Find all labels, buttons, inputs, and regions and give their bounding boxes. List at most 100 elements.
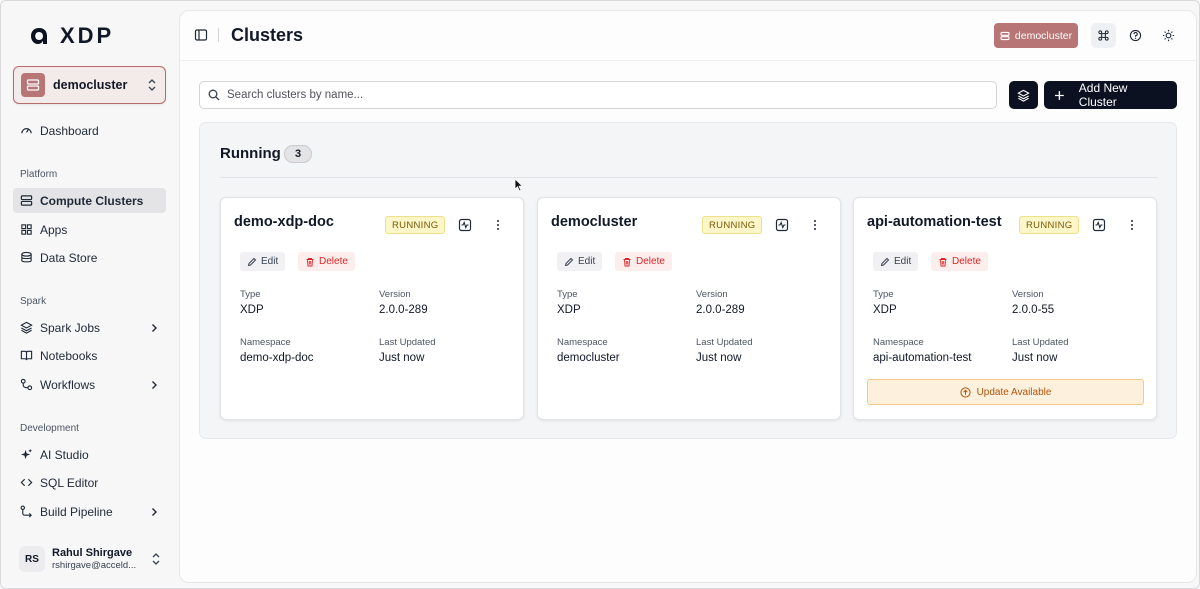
activity-monitor-icon[interactable] — [775, 218, 789, 232]
sidebar-item-notebooks[interactable]: Notebooks — [13, 343, 166, 368]
app-logo[interactable]: XDP — [28, 23, 114, 49]
cluster-card[interactable]: demo-xdp-doc RUNNING Edit Delete Type XD… — [220, 197, 524, 420]
sidebar-toggle-icon[interactable] — [194, 28, 208, 42]
delete-label: Delete — [952, 256, 981, 267]
pipeline-icon — [20, 505, 32, 518]
mouse-cursor-icon — [514, 178, 524, 192]
search-icon — [208, 89, 220, 101]
sidebar-item-spark-jobs[interactable]: Spark Jobs — [13, 315, 166, 340]
sidebar-item-label: Notebooks — [40, 348, 98, 363]
cluster-name: demo-xdp-doc — [234, 214, 334, 230]
sidebar-item-label: Spark Jobs — [40, 320, 101, 335]
sidebar-item-ai-studio[interactable]: AI Studio — [13, 442, 166, 467]
status-badge: RUNNING — [385, 216, 446, 234]
sidebar-item-label: Compute Clusters — [40, 193, 144, 208]
user-menu[interactable]: RS Rahul Shirgave rshirgave@acceld... — [13, 541, 168, 577]
apps-grid-icon — [21, 224, 32, 235]
version-value: 2.0.0-289 — [379, 304, 428, 316]
delete-button[interactable]: Delete — [931, 252, 988, 271]
chevrons-up-down-icon — [152, 553, 160, 565]
version-value: 2.0.0-55 — [1012, 304, 1055, 316]
namespace-label: Namespace — [557, 337, 608, 348]
edit-button[interactable]: Edit — [240, 252, 286, 271]
top-bar: Clusters democluster — [180, 11, 1196, 61]
type-label: Type — [557, 289, 578, 300]
delete-label: Delete — [636, 256, 665, 267]
edit-label: Edit — [578, 256, 596, 267]
sidebar-item-dashboard[interactable]: Dashboard — [13, 118, 166, 143]
last-updated-value: Just now — [696, 352, 742, 364]
sparkles-icon — [20, 448, 33, 460]
current-cluster-badge[interactable]: democluster — [994, 23, 1078, 48]
group-count-badge: 3 — [284, 145, 312, 163]
page-title: Clusters — [231, 25, 304, 45]
sidebar-item-workflows[interactable]: Workflows — [13, 372, 166, 397]
sidebar-item-sql-editor[interactable]: SQL Editor — [13, 470, 166, 495]
server-icon — [1000, 31, 1010, 40]
command-menu-button[interactable] — [1091, 23, 1116, 48]
version-label: Version — [1012, 289, 1044, 300]
activity-monitor-icon[interactable] — [458, 218, 472, 232]
version-label: Version — [379, 289, 411, 300]
sidebar-item-label: Apps — [40, 222, 68, 237]
status-badge: RUNNING — [1019, 216, 1080, 234]
help-button[interactable] — [1123, 23, 1148, 48]
type-value: XDP — [873, 304, 897, 316]
version-value: 2.0.0-289 — [696, 304, 745, 316]
sidebar-item-compute-clusters[interactable]: Compute Clusters — [13, 188, 166, 213]
chevrons-up-down-icon — [148, 79, 156, 91]
sidebar-item-label: Workflows — [40, 377, 96, 392]
search-input[interactable] — [227, 89, 988, 101]
cluster-card[interactable]: api-automation-test RUNNING Edit Delete … — [853, 197, 1157, 420]
last-updated-label: Last Updated — [379, 337, 436, 348]
book-open-icon — [20, 350, 33, 361]
command-icon — [1098, 30, 1109, 41]
sidebar-item-data-store[interactable]: Data Store — [13, 245, 166, 270]
cluster-name: democluster — [551, 214, 638, 230]
plus-icon — [1054, 90, 1064, 100]
arrow-up-circle-icon — [959, 386, 971, 398]
last-updated-value: Just now — [379, 352, 425, 364]
namespace-label: Namespace — [240, 337, 291, 348]
type-label: Type — [873, 289, 894, 300]
cluster-switcher[interactable]: democluster — [13, 66, 166, 104]
namespace-value: democluster — [557, 352, 620, 364]
database-icon — [21, 251, 32, 263]
namespace-label: Namespace — [873, 337, 924, 348]
sidebar-item-build-pipeline[interactable]: Build Pipeline — [13, 499, 166, 524]
delete-button[interactable]: Delete — [615, 252, 672, 271]
trash-icon — [939, 257, 947, 266]
namespace-value: api-automation-test — [873, 352, 972, 364]
pencil-icon — [564, 257, 574, 266]
cluster-card[interactable]: democluster RUNNING Edit Delete Type XDP… — [537, 197, 841, 420]
activity-monitor-icon[interactable] — [1092, 218, 1106, 232]
trash-icon — [306, 257, 314, 266]
layers-icon — [1017, 89, 1030, 102]
workflow-icon — [20, 378, 33, 391]
sidebar-item-label: Dashboard — [40, 123, 99, 138]
more-vertical-icon[interactable] — [808, 218, 822, 232]
pencil-icon — [880, 257, 890, 266]
update-available-button[interactable]: Update Available — [867, 379, 1144, 405]
update-available-label: Update Available — [976, 386, 1052, 398]
more-vertical-icon[interactable] — [1125, 218, 1139, 232]
divider — [218, 28, 219, 42]
sidebar-item-apps[interactable]: Apps — [13, 217, 166, 242]
current-cluster-label: democluster — [1014, 29, 1073, 42]
edit-button[interactable]: Edit — [557, 252, 603, 271]
section-platform: Platform — [20, 169, 58, 180]
delete-label: Delete — [319, 256, 348, 267]
user-name: Rahul Shirgave — [52, 546, 133, 559]
add-new-cluster-button[interactable]: Add New Cluster — [1044, 81, 1177, 109]
theme-toggle-button[interactable] — [1156, 23, 1181, 48]
sidebar: XDP democluster Dashboard Platform Compu… — [1, 1, 179, 588]
chevron-right-icon — [152, 323, 157, 332]
status-badge: RUNNING — [702, 216, 763, 234]
edit-button[interactable]: Edit — [873, 252, 919, 271]
view-toggle-button[interactable] — [1009, 81, 1038, 109]
user-email: rshirgave@acceld... — [52, 559, 137, 571]
delete-button[interactable]: Delete — [298, 252, 355, 271]
more-vertical-icon[interactable] — [491, 218, 505, 232]
layers-icon — [20, 321, 33, 334]
app-window: XDP democluster Dashboard Platform Compu… — [0, 0, 1200, 589]
